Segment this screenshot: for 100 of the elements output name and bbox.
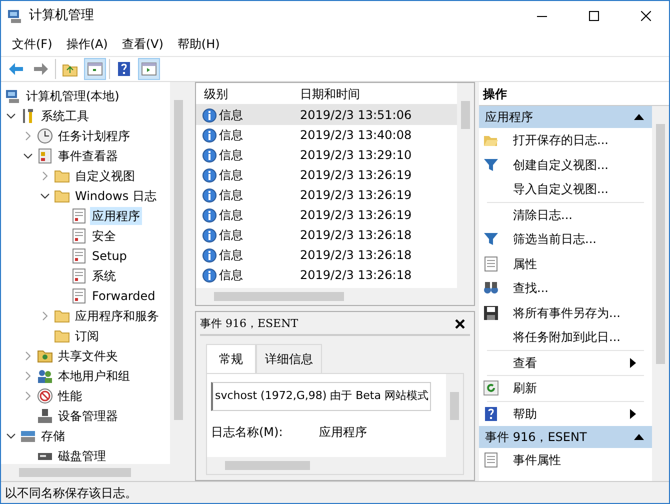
event-row[interactable]: 信息 2019/2/3 13:51:06 bbox=[196, 105, 457, 125]
section-title: 应用程序 bbox=[485, 109, 533, 126]
horizontal-scrollbar[interactable] bbox=[196, 288, 474, 305]
tree-item[interactable]: 安全 bbox=[90, 227, 118, 245]
back-icon bbox=[8, 61, 24, 77]
console-tree-icon bbox=[87, 61, 103, 77]
tree-item[interactable]: 存储 bbox=[39, 427, 67, 445]
vertical-scrollbar[interactable] bbox=[446, 374, 463, 457]
level-text: 信息 bbox=[219, 267, 243, 284]
column-header[interactable]: 级别 bbox=[196, 84, 292, 102]
tree-item[interactable]: 共享文件夹 bbox=[56, 347, 120, 365]
description-field[interactable]: svchost (1972,G,98) 由于 Beta 网站模式 bbox=[211, 382, 432, 410]
storage-icon bbox=[20, 428, 36, 444]
action-item[interactable]: 导入自定义视图... bbox=[479, 177, 652, 202]
device-icon bbox=[37, 408, 53, 424]
horizontal-scrollbar[interactable] bbox=[1, 464, 187, 481]
folder-icon bbox=[54, 328, 70, 344]
action-item[interactable]: 帮助 bbox=[479, 402, 652, 426]
action-item[interactable]: 创建自定义视图... bbox=[479, 152, 652, 177]
level-text: 信息 bbox=[219, 167, 243, 184]
event-row[interactable]: 信息 2019/2/3 13:40:08 bbox=[196, 125, 457, 145]
vertical-scrollbar[interactable] bbox=[652, 106, 669, 481]
tree-item[interactable]: 性能 bbox=[56, 387, 84, 405]
column-header[interactable]: 日期和时间 bbox=[292, 84, 360, 102]
event-row[interactable]: 信息 2019/2/3 13:26:18 bbox=[196, 245, 457, 265]
collapse-arrow-icon[interactable] bbox=[634, 434, 644, 440]
level-text: 信息 bbox=[219, 227, 243, 244]
tree-item[interactable]: Setup bbox=[90, 247, 129, 265]
event-row[interactable]: 信息 2019/2/3 13:26:19 bbox=[196, 205, 457, 225]
datetime-text: 2019/2/3 13:29:10 bbox=[299, 147, 412, 164]
tree-item[interactable]: 应用程序和服务 bbox=[73, 307, 161, 325]
submenu-arrow-icon bbox=[630, 408, 636, 419]
level-text: 信息 bbox=[219, 147, 243, 164]
help-icon bbox=[116, 61, 132, 77]
field-label: 日志名称(M): bbox=[211, 424, 284, 440]
log-icon bbox=[71, 268, 87, 284]
action-item[interactable]: 将任务附加到此日... bbox=[479, 325, 652, 350]
status-bar: 以不同名称保存该日志。 bbox=[1, 481, 669, 503]
shared-folder-icon bbox=[37, 348, 53, 364]
action-item[interactable]: 查找... bbox=[479, 276, 652, 300]
tools-icon bbox=[20, 108, 36, 124]
event-row[interactable]: 信息 2019/2/3 13:26:18 bbox=[196, 225, 457, 245]
datetime-text: 2019/2/3 13:26:19 bbox=[299, 187, 412, 204]
action-pane-button[interactable] bbox=[138, 58, 160, 80]
datetime-text: 2019/2/3 13:26:18 bbox=[299, 267, 412, 284]
section-header[interactable]: 事件 916，ESENT bbox=[479, 426, 652, 448]
info-icon bbox=[202, 108, 217, 122]
tree-item[interactable]: 系统工具 bbox=[39, 107, 91, 125]
action-item[interactable]: 打开保存的日志... bbox=[479, 128, 652, 152]
window-title: 计算机管理 bbox=[29, 7, 95, 26]
tree-item[interactable]: 计算机管理(本地) bbox=[24, 87, 122, 105]
event-row[interactable]: 信息 2019/2/3 13:26:19 bbox=[196, 185, 457, 205]
action-item[interactable]: 属性 bbox=[479, 252, 652, 276]
users-icon bbox=[37, 368, 53, 384]
action-item[interactable]: 清除日志... bbox=[479, 202, 652, 227]
action-item[interactable]: 刷新 bbox=[479, 376, 652, 400]
log-icon bbox=[71, 208, 87, 224]
tree-item[interactable]: 应用程序 bbox=[90, 207, 142, 225]
vertical-scrollbar[interactable] bbox=[457, 83, 474, 288]
menu-item[interactable]: 操作(A) bbox=[59, 32, 115, 54]
menu-item[interactable]: 帮助(H) bbox=[170, 32, 227, 54]
datetime-text: 2019/2/3 13:40:08 bbox=[299, 127, 412, 144]
action-item[interactable]: 筛选当前日志... bbox=[479, 227, 652, 252]
console-tree-button[interactable] bbox=[84, 58, 106, 80]
tree-item[interactable]: 磁盘管理 bbox=[56, 447, 108, 464]
info-icon bbox=[202, 128, 217, 142]
tree-item[interactable]: 系统 bbox=[90, 267, 118, 285]
tree-item[interactable]: 订阅 bbox=[73, 327, 101, 345]
horizontal-scrollbar[interactable] bbox=[207, 457, 463, 474]
log-icon bbox=[71, 228, 87, 244]
tree-item[interactable]: 任务计划程序 bbox=[56, 127, 132, 145]
tab[interactable]: 详细信息 bbox=[256, 344, 322, 373]
section-header[interactable]: 应用程序 bbox=[479, 106, 652, 128]
event-row[interactable]: 信息 2019/2/3 13:26:19 bbox=[196, 165, 457, 185]
filter-icon bbox=[483, 231, 499, 248]
tree-item[interactable]: 本地用户和组 bbox=[56, 367, 132, 385]
event-row[interactable]: 信息 2019/2/3 13:26:18 bbox=[196, 265, 457, 285]
action-item[interactable]: 将所有事件另存为... bbox=[479, 300, 652, 325]
help-icon bbox=[483, 406, 499, 422]
tree-item[interactable]: 设备管理器 bbox=[56, 407, 120, 425]
tree-item[interactable]: 自定义视图 bbox=[73, 167, 137, 185]
event-row[interactable]: 信息 2019/2/3 13:29:10 bbox=[196, 145, 457, 165]
collapse-arrow-icon[interactable] bbox=[634, 114, 644, 120]
datetime-text: 2019/2/3 13:26:18 bbox=[299, 227, 412, 244]
level-text: 信息 bbox=[219, 207, 243, 224]
action-item[interactable]: 查看 bbox=[479, 350, 652, 375]
performance-icon bbox=[37, 388, 53, 404]
clock-icon bbox=[37, 128, 53, 144]
binoculars-icon bbox=[483, 280, 499, 296]
menu-item[interactable]: 查看(V) bbox=[114, 32, 170, 54]
tab[interactable]: 常规 bbox=[206, 344, 256, 373]
info-icon bbox=[202, 188, 217, 202]
tree-item[interactable]: 事件查看器 bbox=[56, 147, 120, 165]
tree-item[interactable]: Windows 日志 bbox=[73, 187, 158, 205]
tree-item[interactable]: Forwarded bbox=[90, 287, 158, 305]
info-icon bbox=[202, 228, 217, 242]
menu-item[interactable]: 文件(F) bbox=[5, 32, 60, 54]
action-item[interactable]: 事件属性 bbox=[479, 448, 652, 472]
datetime-text: 2019/2/3 13:51:06 bbox=[299, 107, 412, 124]
close-icon bbox=[454, 318, 466, 330]
